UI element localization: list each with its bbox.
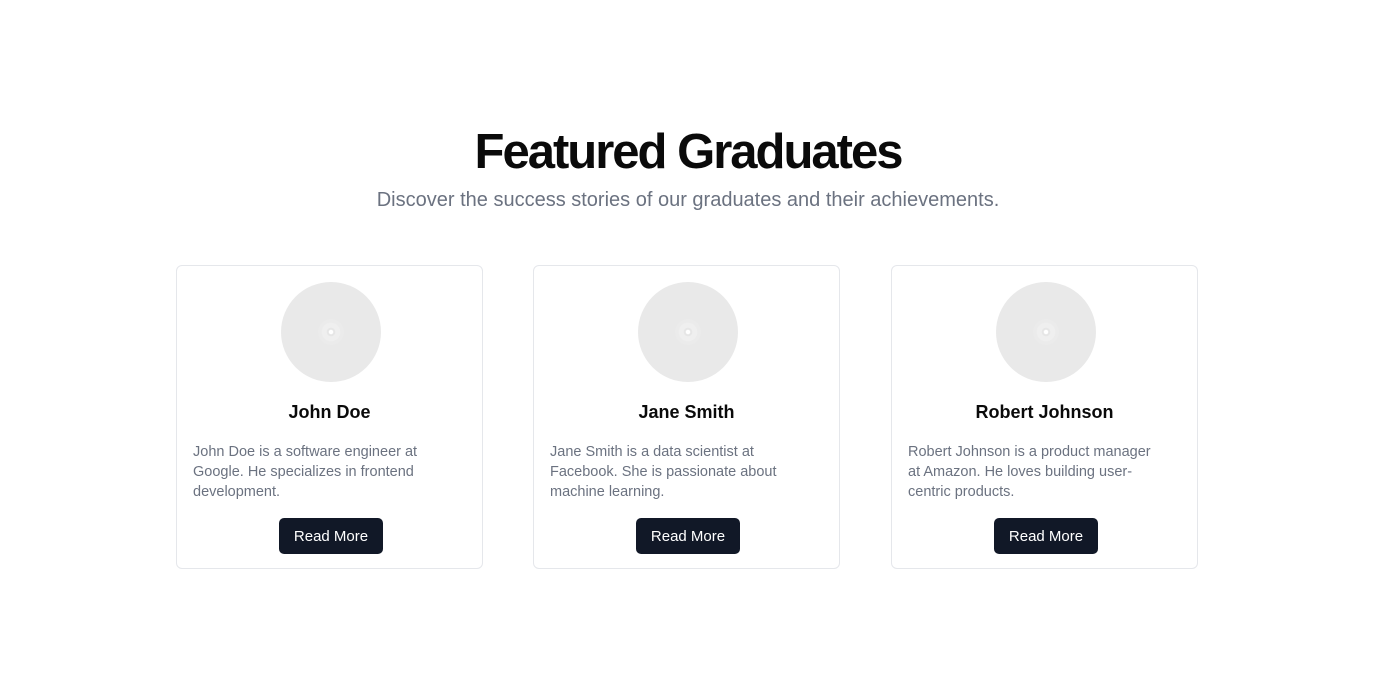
section-title: Featured Graduates <box>474 125 904 179</box>
graduate-name: Jane Smith <box>638 402 735 422</box>
graduate-description: Robert Johnson is a product manager at A… <box>908 444 1151 500</box>
image-placeholder-icon <box>1033 319 1059 345</box>
read-more-button[interactable]: Read More <box>279 518 383 554</box>
read-more-button[interactable]: Read More <box>994 518 1098 554</box>
graduate-description: John Doe is a software engineer at Googl… <box>193 444 418 500</box>
graduate-description: Jane Smith is a data scientist at Facebo… <box>550 444 777 500</box>
avatar <box>996 282 1096 382</box>
graduate-name: John Doe <box>288 402 371 422</box>
avatar <box>638 282 738 382</box>
featured-graduates-section: Featured Graduates Discover the success … <box>0 0 1376 699</box>
read-more-button[interactable]: Read More <box>636 518 740 554</box>
graduate-name: Robert Johnson <box>975 402 1114 422</box>
image-placeholder-icon <box>675 319 701 345</box>
image-placeholder-icon <box>318 319 344 345</box>
avatar <box>281 282 381 382</box>
graduate-card: Jane Smith Jane Smith is a data scientis… <box>533 265 840 569</box>
graduate-card: John Doe John Doe is a software engineer… <box>176 265 483 569</box>
graduate-card: Robert Johnson Robert Johnson is a produ… <box>891 265 1198 569</box>
section-subtitle: Discover the success stories of our grad… <box>376 189 1000 211</box>
